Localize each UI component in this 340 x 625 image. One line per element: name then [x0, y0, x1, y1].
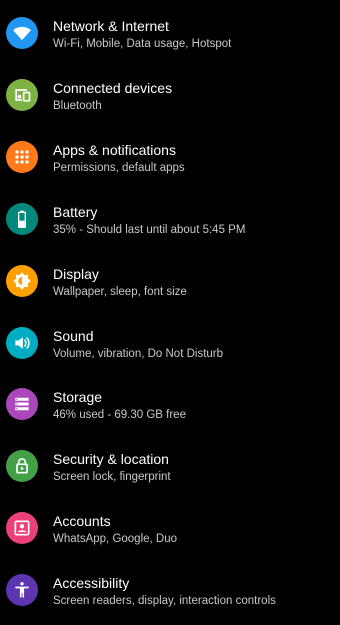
- settings-item-network-internet[interactable]: Network & Internet Wi-Fi, Mobile, Data u…: [0, 2, 340, 64]
- accessibility-icon: [6, 574, 38, 606]
- item-subtitle: Volume, vibration, Do Not Disturb: [53, 348, 224, 360]
- item-title: Connected devices: [53, 80, 173, 96]
- item-subtitle: Wallpaper, sleep, font size: [53, 286, 187, 298]
- settings-item-connected-devices[interactable]: Connected devices Bluetooth: [0, 64, 340, 126]
- item-title: Storage: [53, 389, 103, 405]
- settings-item-display[interactable]: Display Wallpaper, sleep, font size: [0, 250, 340, 312]
- settings-item-storage[interactable]: Storage 46% used - 69.30 GB free: [0, 373, 340, 435]
- item-title: Battery: [53, 204, 98, 220]
- settings-item-security-location[interactable]: Security & location Screen lock, fingerp…: [0, 435, 340, 497]
- item-title: Accounts: [53, 513, 111, 529]
- item-title: Accessibility: [53, 575, 130, 591]
- item-subtitle: Permissions, default apps: [53, 162, 185, 174]
- devices-icon: [6, 79, 38, 111]
- item-subtitle: 35% - Should last until about 5:45 PM: [53, 224, 246, 236]
- item-title: Security & location: [53, 451, 169, 467]
- volume-icon: [6, 327, 38, 359]
- wifi-icon: [6, 17, 38, 49]
- item-title: Display: [53, 266, 99, 282]
- settings-item-accounts[interactable]: Accounts WhatsApp, Google, Duo: [0, 497, 340, 559]
- item-title: Sound: [53, 328, 94, 344]
- settings-item-battery[interactable]: Battery 35% - Should last until about 5:…: [0, 188, 340, 250]
- account-icon: [6, 512, 38, 544]
- brightness-icon: [6, 265, 38, 297]
- settings-item-accessibility[interactable]: Accessibility Screen readers, display, i…: [0, 559, 340, 621]
- item-subtitle: WhatsApp, Google, Duo: [53, 533, 178, 545]
- settings-item-sound[interactable]: Sound Volume, vibration, Do Not Disturb: [0, 312, 340, 374]
- settings-item-apps-notifications[interactable]: Apps & notifications Permissions, defaul…: [0, 126, 340, 188]
- lock-icon: [6, 450, 38, 482]
- item-subtitle: 46% used - 69.30 GB free: [53, 409, 186, 421]
- item-subtitle: Screen lock, fingerprint: [53, 471, 171, 483]
- battery-icon: [6, 203, 38, 235]
- storage-icon: [6, 388, 38, 420]
- settings-list: Network & Internet Wi-Fi, Mobile, Data u…: [0, 0, 340, 625]
- item-subtitle: Wi-Fi, Mobile, Data usage, Hotspot: [53, 38, 232, 50]
- apps-grid-icon: [6, 141, 38, 173]
- item-subtitle: Screen readers, display, interaction con…: [53, 595, 276, 607]
- item-subtitle: Bluetooth: [53, 100, 102, 112]
- item-title: Apps & notifications: [53, 142, 176, 158]
- item-title: Network & Internet: [53, 18, 169, 34]
